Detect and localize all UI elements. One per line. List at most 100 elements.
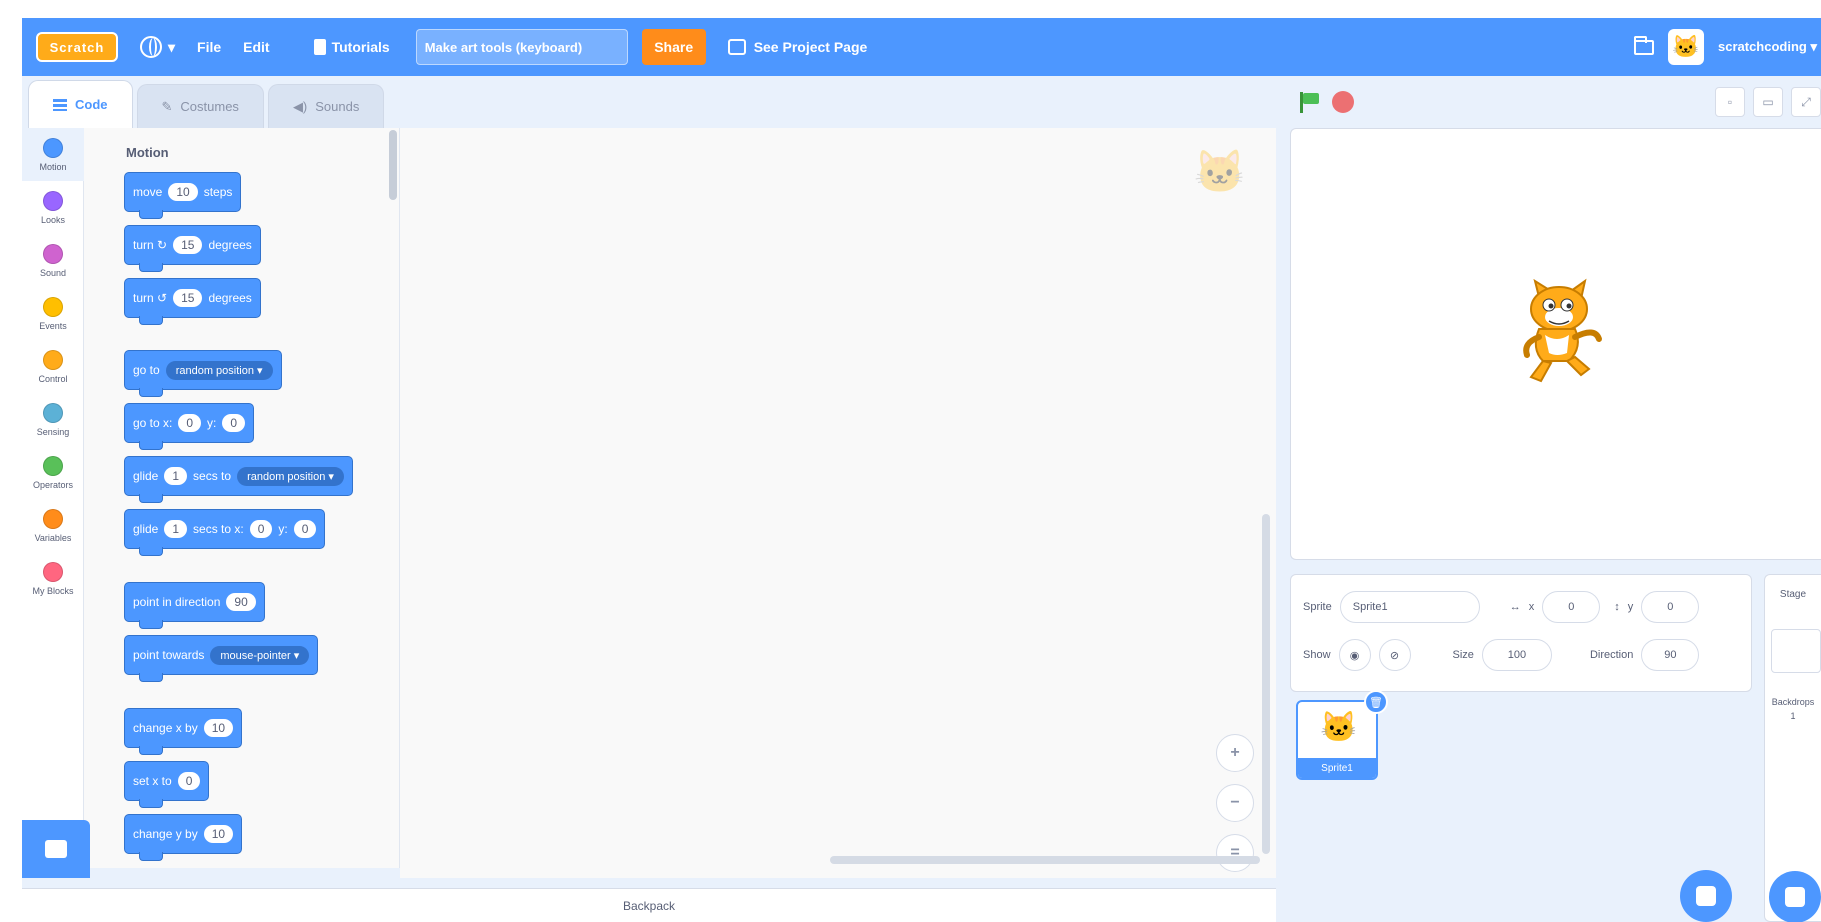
cat-sprite[interactable] — [1509, 277, 1609, 387]
fullscreen-button[interactable]: ⤢ — [1791, 87, 1821, 117]
category-my-blocks[interactable]: My Blocks — [22, 552, 84, 605]
stage-canvas[interactable] — [1290, 128, 1821, 560]
category-dot-icon — [43, 137, 63, 158]
add-sprite-button[interactable] — [1680, 870, 1732, 922]
block-change-x[interactable]: change x by 10 — [124, 708, 243, 755]
block-text: change y by — [133, 827, 198, 841]
tab-sounds[interactable]: ◀) Sounds — [267, 84, 385, 128]
sprite-name-input[interactable]: Sprite1 — [1339, 591, 1480, 623]
block-input[interactable]: 10 — [168, 183, 198, 201]
size-input[interactable]: 100 — [1481, 639, 1552, 671]
block-text: change x by — [133, 721, 198, 735]
username[interactable]: scratchcoding ▾ — [1718, 39, 1817, 55]
tab-costumes[interactable]: ✎ Costumes — [136, 84, 264, 128]
category-label: Sound — [39, 267, 67, 278]
x-position-input[interactable]: 0 — [1542, 591, 1601, 623]
delete-sprite-icon[interactable]: 🗑 — [1364, 690, 1388, 714]
avatar[interactable]: 🐱 — [1668, 29, 1704, 65]
category-label: My Blocks — [32, 585, 74, 596]
block-dropdown[interactable]: mouse-pointer ▾ — [210, 645, 310, 665]
palette-scrollbar[interactable] — [389, 130, 397, 200]
block-set-x[interactable]: set x to 0 — [124, 761, 210, 808]
y-position-input[interactable]: 0 — [1641, 591, 1700, 623]
category-sound[interactable]: Sound — [22, 234, 84, 287]
zoom-out-icon: − — [1230, 794, 1240, 811]
script-area[interactable]: 🐱 + − = — [400, 128, 1276, 878]
block-glide-xy[interactable]: glide 1 secs to x: 0 y: 0 — [124, 509, 326, 556]
category-variables[interactable]: Variables — [22, 499, 84, 552]
stage-thumbnail[interactable] — [1771, 629, 1821, 673]
file-menu[interactable]: File — [197, 39, 221, 55]
sprite-info-panel: Sprite Sprite1 ↔ x 0 ↕ y 0 Show ◉ ⊘ Size… — [1290, 574, 1752, 692]
my-stuff-icon[interactable] — [1634, 35, 1654, 55]
block-input[interactable]: 0 — [293, 520, 317, 538]
see-project-page-button[interactable]: See Project Page — [727, 39, 867, 55]
tutorials-button[interactable]: Tutorials — [313, 39, 390, 55]
block-turn-left[interactable]: turn ↺ 15 degrees — [124, 278, 261, 325]
zoom-in-button[interactable]: + — [1216, 734, 1254, 772]
block-input[interactable]: 0 — [249, 520, 273, 538]
editor-tabs: Code ✎ Costumes ◀) Sounds — [22, 76, 388, 128]
block-input[interactable]: 10 — [203, 719, 234, 737]
category-dot-icon — [43, 296, 63, 317]
block-text: point towards — [133, 648, 205, 662]
language-menu[interactable]: ▾ — [140, 36, 175, 58]
share-button[interactable]: Share — [641, 29, 706, 65]
script-horizontal-scrollbar[interactable] — [830, 856, 1260, 864]
stage-header: ▫ ▭ ⤢ — [1276, 76, 1821, 128]
block-turn-right[interactable]: turn ↻ 15 degrees — [124, 225, 261, 272]
menu-bar: Scratch ▾ File Edit Tutorials Share See … — [22, 18, 1821, 76]
show-visible-button[interactable]: ◉ — [1338, 639, 1371, 671]
edit-menu[interactable]: Edit — [243, 39, 269, 55]
category-operators[interactable]: Operators — [22, 446, 84, 499]
category-motion[interactable]: Motion — [22, 128, 84, 181]
backpack[interactable]: Backpack — [22, 888, 1276, 922]
block-point-direction[interactable]: point in direction 90 — [124, 582, 265, 629]
direction-input[interactable]: 90 — [1641, 639, 1700, 671]
block-input[interactable]: 0 — [177, 772, 201, 790]
block-input[interactable]: 0 — [178, 414, 202, 432]
add-backdrop-button[interactable] — [1769, 871, 1821, 922]
zoom-out-button[interactable]: − — [1216, 784, 1254, 822]
small-stage-button[interactable]: ▫ — [1715, 87, 1745, 117]
green-flag-icon[interactable] — [1298, 91, 1320, 113]
tab-code[interactable]: Code — [28, 80, 133, 128]
scratch-logo[interactable]: Scratch — [36, 32, 118, 62]
block-input[interactable]: 90 — [226, 593, 256, 611]
script-vertical-scrollbar[interactable] — [1262, 514, 1270, 854]
block-input[interactable]: 15 — [173, 289, 203, 307]
block-go-to-xy[interactable]: go to x: 0 y: 0 — [124, 403, 255, 450]
sprite-thumbnail-image: 🐱 — [1320, 711, 1358, 744]
block-change-y[interactable]: change y by 10 — [124, 814, 243, 861]
block-text: turn ↺ — [133, 291, 168, 305]
x-arrows-icon: ↔ — [1509, 601, 1521, 613]
add-extension-button[interactable] — [22, 820, 90, 878]
zoom-reset-button[interactable]: = — [1216, 834, 1254, 872]
block-go-to[interactable]: go to random position ▾ — [124, 350, 282, 397]
block-glide-to[interactable]: glide 1 secs to random position ▾ — [124, 456, 353, 503]
category-events[interactable]: Events — [22, 287, 84, 340]
stage-selector[interactable]: Stage Backdrops 1 — [1764, 574, 1821, 922]
block-input[interactable]: 1 — [164, 520, 188, 538]
block-point-towards[interactable]: point towards mouse-pointer ▾ — [124, 635, 319, 682]
show-hidden-button[interactable]: ⊘ — [1378, 639, 1411, 671]
block-input[interactable]: 10 — [203, 825, 234, 843]
category-dot-icon — [43, 455, 63, 476]
block-input[interactable]: 0 — [222, 414, 246, 432]
block-text: go to — [133, 363, 160, 377]
category-sensing[interactable]: Sensing — [22, 393, 84, 446]
project-title-input[interactable] — [415, 29, 628, 65]
block-input[interactable]: 1 — [164, 467, 188, 485]
block-dropdown[interactable]: random position ▾ — [165, 360, 273, 380]
category-control[interactable]: Control — [22, 340, 84, 393]
stop-icon[interactable] — [1332, 91, 1354, 113]
block-move-steps[interactable]: move 10 steps — [124, 172, 242, 219]
sprite-name-label: Sprite — [1303, 601, 1332, 613]
block-input[interactable]: 15 — [173, 236, 203, 254]
normal-stage-button[interactable]: ▭ — [1753, 87, 1783, 117]
backdrops-count: 1 — [1790, 711, 1796, 721]
category-looks[interactable]: Looks — [22, 181, 84, 234]
block-text: degrees — [208, 238, 252, 252]
sprite-thumbnail[interactable]: 🐱 Sprite1 🗑 — [1296, 690, 1388, 780]
block-dropdown[interactable]: random position ▾ — [237, 466, 344, 486]
